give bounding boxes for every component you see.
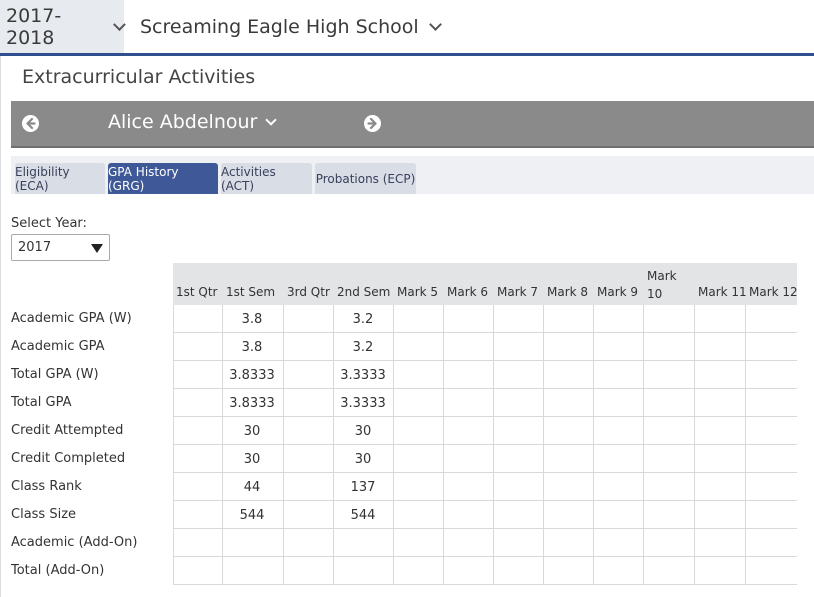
grid-line — [173, 444, 797, 445]
arrow-right-circle-icon[interactable] — [364, 115, 381, 132]
page-title: Extracurricular Activities — [22, 66, 256, 88]
cell-2nd-sem: 3.3333 — [340, 396, 386, 411]
tab-eligibility[interactable]: Eligibility (ECA) — [15, 163, 105, 194]
chevron-down-icon — [113, 17, 126, 31]
row-label-class-rank: Class Rank — [11, 479, 82, 494]
cell-2nd-sem: 137 — [350, 480, 376, 495]
tab-probations[interactable]: Probations (ECP) — [315, 163, 416, 194]
cell-1st-sem: 3.8 — [241, 312, 263, 327]
column-header: Mark 12 — [749, 285, 798, 299]
row-label-academic-add-on: Academic (Add-On) — [11, 535, 138, 550]
row-label-total-gpa: Total GPA — [11, 395, 72, 410]
school-year-label: 2017-2018 — [6, 4, 62, 49]
row-label-class-size: Class Size — [11, 507, 77, 522]
cell-1st-sem: 3.8 — [241, 340, 263, 355]
year-dropdown-value: 2017 — [18, 240, 52, 255]
column-header: Mark 6 — [447, 285, 489, 299]
column-header: 2nd Sem — [337, 285, 391, 299]
grid-line — [173, 332, 797, 333]
row-label-credit-completed: Credit Completed — [11, 451, 126, 466]
student-selector[interactable]: Alice Abdelnour — [108, 111, 278, 133]
column-header: 3rd Qtr — [287, 285, 330, 299]
grid-line — [173, 500, 797, 501]
column-header: Mark 8 — [547, 285, 589, 299]
select-year-label: Select Year: — [11, 216, 87, 231]
chevron-down-icon — [428, 17, 442, 31]
row-label-total-add-on: Total (Add-On) — [11, 563, 105, 578]
top-bar: 2017-2018 Screaming Eagle High School — [0, 0, 814, 56]
year-dropdown[interactable]: 2017 — [11, 234, 110, 261]
grid-line — [173, 360, 797, 361]
cell-2nd-sem: 3.3333 — [340, 368, 386, 383]
cell-1st-sem: 30 — [243, 452, 261, 467]
cell-2nd-sem: 544 — [350, 508, 376, 523]
school-year-selector[interactable]: 2017-2018 — [0, 0, 126, 53]
column-header: Mark 10 — [647, 269, 677, 301]
cell-1st-sem: 3.8333 — [229, 396, 275, 411]
column-header: 1st Sem — [226, 285, 276, 299]
student-name: Alice Abdelnour — [108, 111, 258, 133]
tab-gpa-history[interactable]: GPA History (GRG) — [108, 163, 218, 194]
cell-2nd-sem: 3.2 — [352, 340, 374, 355]
column-header: Mark 9 — [597, 285, 639, 299]
cell-2nd-sem: 3.2 — [352, 312, 374, 327]
cell-1st-sem: 544 — [239, 508, 265, 523]
grid-line — [173, 556, 797, 557]
column-header: Mark 11 — [698, 285, 747, 299]
grid-line — [173, 388, 797, 389]
cell-1st-sem: 30 — [243, 424, 261, 439]
cell-2nd-sem: 30 — [354, 424, 372, 439]
cell-1st-sem: 3.8333 — [229, 368, 275, 383]
chevron-down-icon — [265, 113, 278, 126]
dropdown-arrow-icon — [91, 244, 103, 253]
column-header: 1st Qtr — [176, 285, 218, 299]
column-header: Mark 7 — [497, 285, 539, 299]
cell-1st-sem: 44 — [243, 480, 261, 495]
student-bar: Alice Abdelnour — [11, 101, 814, 148]
content-left-border — [0, 56, 1, 597]
school-name: Screaming Eagle High School — [140, 15, 419, 38]
grid-line — [173, 416, 797, 417]
grid-line — [173, 472, 797, 473]
row-label-total-gpa-w: Total GPA (W) — [11, 367, 99, 382]
row-label-credit-attempted: Credit Attempted — [11, 423, 124, 438]
row-label-academic-gpa: Academic GPA — [11, 339, 105, 354]
grid-line — [173, 584, 797, 585]
column-header: Mark 5 — [397, 285, 439, 299]
school-selector[interactable]: Screaming Eagle High School — [140, 0, 442, 53]
row-label-academic-gpa-w: Academic GPA (W) — [11, 311, 132, 326]
grid-line — [173, 528, 797, 529]
cell-2nd-sem: 30 — [354, 452, 372, 467]
arrow-left-circle-icon[interactable] — [22, 115, 39, 132]
tab-activities[interactable]: Activities (ACT) — [221, 163, 312, 194]
